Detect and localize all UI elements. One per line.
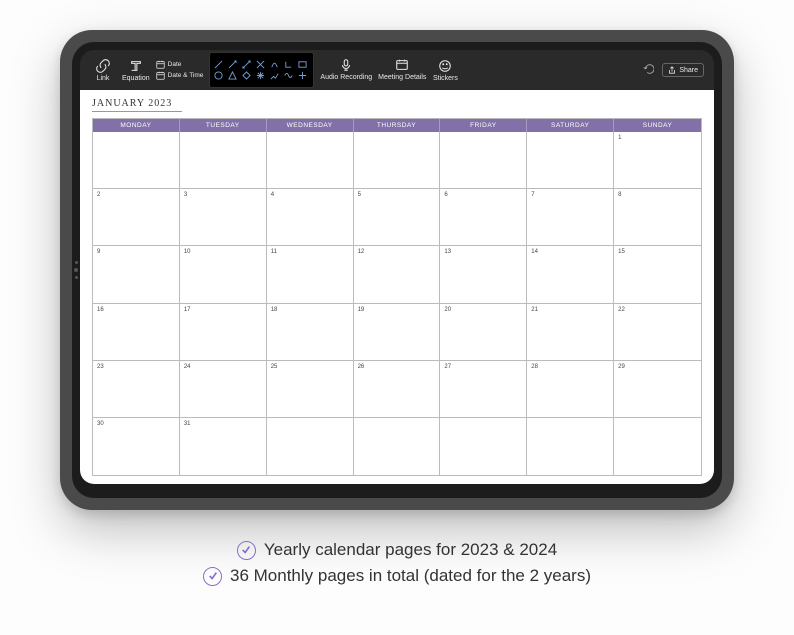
equation-button[interactable]: Equation	[122, 59, 150, 82]
calendar-cell[interactable]: 22	[614, 304, 701, 361]
calendar-grid: MONDAYTUESDAYWEDNESDAYTHURSDAYFRIDAYSATU…	[92, 118, 702, 476]
calendar-cell[interactable]: 3	[180, 189, 267, 246]
calendar-cell[interactable]: 4	[267, 189, 354, 246]
calendar-cell[interactable]: 30	[93, 418, 180, 475]
tablet-bezel: Link Equation Date Date & Time	[72, 42, 722, 498]
calendar-cell[interactable]: 24	[180, 361, 267, 418]
calendar-cell[interactable]: 9	[93, 246, 180, 303]
calendar-cell[interactable]	[180, 132, 267, 189]
screen: Link Equation Date Date & Time	[80, 50, 714, 484]
calendar-cell[interactable]: 17	[180, 304, 267, 361]
datetime-button[interactable]: Date & Time	[156, 71, 204, 80]
caption-text: 36 Monthly pages in total (dated for the…	[230, 566, 591, 586]
calendar-cell[interactable]: 10	[180, 246, 267, 303]
weekday-header: FRIDAY	[440, 119, 527, 132]
date-group: Date Date & Time	[156, 60, 204, 80]
weekday-header: MONDAY	[93, 119, 180, 132]
share-button[interactable]: Share	[662, 63, 704, 77]
meeting-details-button[interactable]: Meeting Details	[378, 58, 426, 82]
calendar-cell[interactable]: 7	[527, 189, 614, 246]
calendar-cell[interactable]	[440, 418, 527, 475]
date-label: Date	[168, 61, 182, 68]
calendar-cell[interactable]	[614, 418, 701, 475]
calendar-clock-icon	[156, 71, 165, 80]
shapes-panel[interactable]	[209, 52, 314, 88]
caption-line: 36 Monthly pages in total (dated for the…	[203, 566, 591, 586]
link-label: Link	[97, 75, 110, 82]
tablet-camera	[74, 261, 78, 279]
calendar-cell[interactable]: 25	[267, 361, 354, 418]
stickers-button[interactable]: Stickers	[432, 59, 458, 82]
calendar-cell[interactable]	[93, 132, 180, 189]
smiley-icon	[438, 59, 452, 73]
weekday-header: THURSDAY	[354, 119, 441, 132]
caption-text: Yearly calendar pages for 2023 & 2024	[264, 540, 557, 560]
share-icon	[668, 66, 676, 74]
calendar-cell[interactable]: 6	[440, 189, 527, 246]
calendar-cell[interactable]	[440, 132, 527, 189]
stickers-label: Stickers	[433, 75, 458, 82]
equation-label: Equation	[122, 75, 150, 82]
date-button[interactable]: Date	[156, 60, 204, 69]
calendar-cell[interactable]	[527, 418, 614, 475]
calendar-cell[interactable]: 12	[354, 246, 441, 303]
check-circle-icon	[237, 541, 256, 560]
calendar-cell[interactable]: 20	[440, 304, 527, 361]
calendar-cell[interactable]	[267, 418, 354, 475]
calendar-cell[interactable]: 31	[180, 418, 267, 475]
calendar-body: 1234567891011121314151617181920212223242…	[93, 132, 701, 475]
calendar-cell[interactable]: 14	[527, 246, 614, 303]
weekday-header: TUESDAY	[180, 119, 267, 132]
calendar-header-row: MONDAYTUESDAYWEDNESDAYTHURSDAYFRIDAYSATU…	[93, 119, 701, 132]
meeting-icon	[395, 58, 409, 72]
datetime-label: Date & Time	[168, 72, 204, 79]
calendar-cell[interactable]: 5	[354, 189, 441, 246]
caption-line: Yearly calendar pages for 2023 & 2024	[237, 540, 557, 560]
calendar-cell[interactable]: 2	[93, 189, 180, 246]
tablet-device: Link Equation Date Date & Time	[60, 30, 734, 510]
calendar-cell[interactable]: 26	[354, 361, 441, 418]
calendar-page: JANUARY 2023 MONDAYTUESDAYWEDNESDAYTHURS…	[80, 90, 714, 484]
share-label: Share	[679, 67, 698, 74]
link-icon	[96, 59, 110, 73]
calendar-cell[interactable]: 29	[614, 361, 701, 418]
calendar-cell[interactable]: 23	[93, 361, 180, 418]
weekday-header: WEDNESDAY	[267, 119, 354, 132]
calendar-cell[interactable]	[527, 132, 614, 189]
calendar-cell[interactable]: 1	[614, 132, 701, 189]
audio-label: Audio Recording	[320, 74, 372, 82]
calendar-cell[interactable]	[354, 418, 441, 475]
calendar-icon	[156, 60, 165, 69]
weekday-header: SATURDAY	[527, 119, 614, 132]
calendar-cell[interactable]: 21	[527, 304, 614, 361]
marketing-captions: Yearly calendar pages for 2023 & 2024 36…	[0, 540, 794, 586]
meeting-label: Meeting Details	[378, 74, 426, 82]
calendar-cell[interactable]: 18	[267, 304, 354, 361]
microphone-icon	[339, 58, 353, 72]
calendar-cell[interactable]: 13	[440, 246, 527, 303]
undo-button[interactable]	[642, 63, 654, 77]
calendar-cell[interactable]	[267, 132, 354, 189]
app-toolbar: Link Equation Date Date & Time	[80, 50, 714, 90]
equation-icon	[129, 59, 143, 73]
calendar-cell[interactable]: 28	[527, 361, 614, 418]
calendar-cell[interactable]	[354, 132, 441, 189]
calendar-cell[interactable]: 19	[354, 304, 441, 361]
check-circle-icon	[203, 567, 222, 586]
calendar-cell[interactable]: 11	[267, 246, 354, 303]
calendar-cell[interactable]: 15	[614, 246, 701, 303]
calendar-cell[interactable]: 27	[440, 361, 527, 418]
link-button[interactable]: Link	[90, 59, 116, 82]
calendar-cell[interactable]: 8	[614, 189, 701, 246]
audio-recording-button[interactable]: Audio Recording	[320, 58, 372, 82]
weekday-header: SUNDAY	[614, 119, 701, 132]
calendar-cell[interactable]: 16	[93, 304, 180, 361]
month-title: JANUARY 2023	[92, 98, 182, 112]
